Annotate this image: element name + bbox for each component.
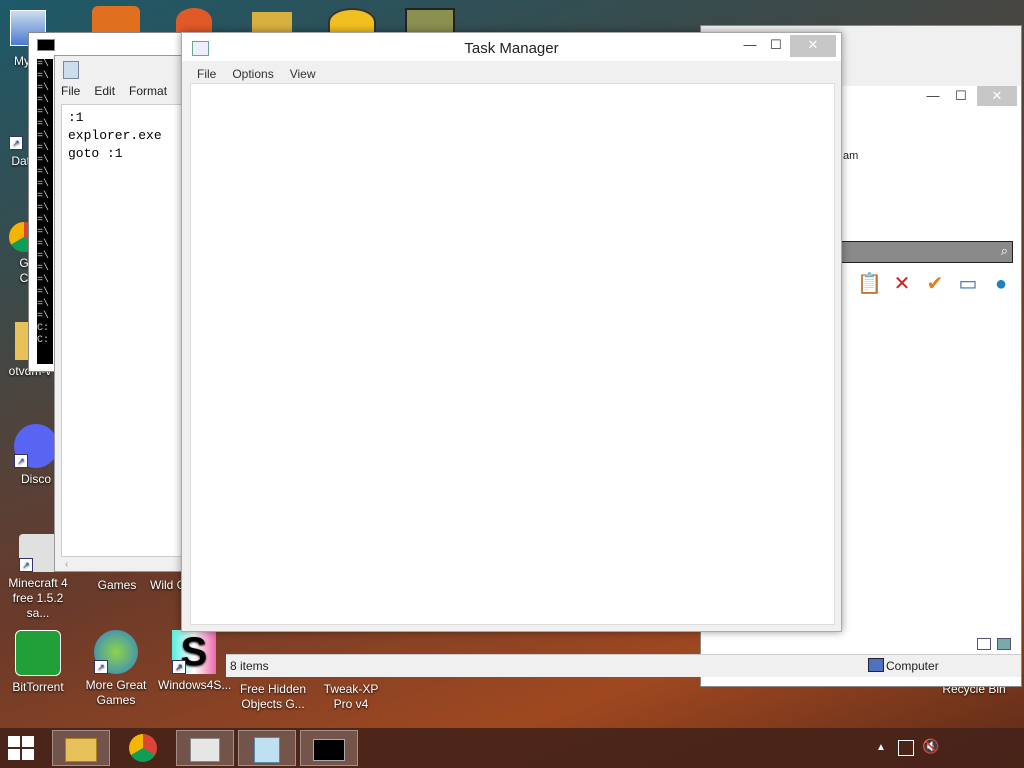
cmd-line: =\ [37,179,50,190]
discord-icon: ↗ [14,424,58,468]
task-manager-window: Task Manager — ☐ ✕ File Options View [181,32,842,632]
computer-icon [868,658,884,672]
desktop-icon-label: BitTorrent [12,680,64,694]
games-icon: ↗ [94,630,138,674]
top-icon-3[interactable] [252,12,292,34]
minimize-button[interactable]: — [919,86,947,106]
status-location: Computer [886,659,939,673]
top-icon-2[interactable] [176,8,212,34]
cmd-line: =\ [37,155,50,166]
cmd-line: =\ [37,191,50,202]
search-bar[interactable]: ⌕ [831,241,1013,263]
globe-icon[interactable]: ● [989,272,1013,296]
cmd-line: =\ [37,107,50,118]
cmd-line: C: [37,323,50,334]
notepad-window: File Edit Format :1 explorer.exe goto :1… [54,55,196,572]
explorer-toolbar: 📋 ✕ ✔ ▭ ● [857,272,1013,300]
view-details-icon[interactable] [977,638,991,650]
view-tiles-icon[interactable] [997,638,1011,650]
cmd-line: =\ [37,203,50,214]
start-button[interactable] [8,736,36,760]
chrome-icon [129,734,157,762]
minimize-button[interactable]: — [736,35,764,55]
close-button[interactable]: ✕ [790,35,836,57]
cmd-line: C: [37,335,50,346]
menu-options[interactable]: Options [232,67,273,81]
menu-file[interactable]: File [197,67,216,81]
taskbar: ▲ 🔇 [0,728,1024,768]
notepad-text-area[interactable]: :1 explorer.exe goto :1 [61,104,195,557]
explorer-partial-text: am [843,150,859,162]
taskbar-cmd[interactable] [300,730,358,766]
cmd-line: =\ [37,263,50,274]
desktop-icon-label: Tweak-XP Pro v4 [323,682,379,711]
taskbar-chrome[interactable] [114,730,172,766]
desktop-icon-bittorrent[interactable]: BitTorrent [2,630,74,695]
clipboard-icon[interactable]: 📋 [857,272,882,296]
task-manager-titlebar: Task Manager — ☐ ✕ [182,33,841,61]
taskbar-notepad[interactable] [238,730,296,766]
status-items: 8 items [230,659,269,673]
windows-logo-icon [8,736,36,760]
cmd-line: =\ [37,71,50,82]
cmd-line: =\ [37,227,50,238]
menu-format[interactable]: Format [129,84,167,98]
card-icon[interactable]: ▭ [956,272,980,296]
desktop-icon-tweak-xp[interactable]: Tweak-XP Pro v4 [315,682,387,712]
cmd-line: =\ [37,299,50,310]
cmd-line: =\ [37,239,50,250]
taskbar-file-explorer[interactable] [52,730,110,766]
desktop-icon-label: Games [97,578,137,592]
task-manager-icon [190,738,220,762]
scroll-left-icon[interactable]: ‹ [65,559,68,570]
desktop-icon-label: Free Hidden Objects G... [239,682,307,711]
explorer-statusbar: 8 items Computer [226,654,1021,677]
delete-icon[interactable]: ✕ [890,272,914,296]
cmd-line: =\ [37,95,50,106]
desktop-icon-label: Windows4S... [158,678,232,692]
maximize-button[interactable]: ☐ [947,86,975,106]
bittorrent-icon [15,630,61,676]
cmd-line: =\ [37,287,50,298]
cmd-line: =\ [37,167,50,178]
cmd-icon [313,739,345,761]
s-logo-icon: S ↗ [172,630,216,674]
check-icon[interactable]: ✔ [923,272,947,296]
search-icon: ⌕ [1000,243,1008,258]
cmd-line: =\ [37,131,50,142]
desktop-icon-games[interactable]: Games [81,578,153,593]
cmd-line: =\ [37,119,50,130]
installer-icon: ↗ [19,534,57,572]
maximize-button[interactable]: ☐ [762,35,790,55]
cmd-line: =\ [37,275,50,286]
cmd-line: =\ [37,251,50,262]
notepad-icon [254,737,280,763]
desktop-icon-more-great-games[interactable]: ↗ More Great Games [80,630,152,708]
notepad-icon [63,61,79,79]
show-hidden-icons-icon[interactable]: ▲ [876,742,886,753]
menu-view[interactable]: View [290,67,316,81]
network-icon[interactable] [898,740,914,756]
cmd-line: =\ [37,59,50,70]
desktop-icon-label: More Great Games [85,678,147,707]
cmd-console[interactable]: =\ =\ =\ =\ =\ =\ =\ =\ =\ =\ =\ =\ =\ =\ =\ =\ =\ =\ =\ =\… [37,59,53,364]
cmd-line: =\ [37,83,50,94]
taskbar-task-manager[interactable] [176,730,234,766]
desktop-icon-label: Minecraft 4 free 1.5.2 sa... [8,576,68,620]
cmd-line: =\ [37,215,50,226]
top-icon-1[interactable] [92,6,140,34]
task-manager-menubar: File Options View [197,67,316,81]
volume-muted-icon[interactable]: 🔇 [922,738,939,755]
cmd-line: =\ [37,143,50,154]
desktop-icon-windows4s[interactable]: S ↗ Windows4S... [158,630,232,693]
task-manager-content [190,83,835,625]
menu-file[interactable]: File [61,84,80,98]
close-button[interactable]: ✕ [977,86,1017,106]
folder-icon [65,738,97,762]
menu-edit[interactable]: Edit [94,84,115,98]
desktop-icon-free-hidden-objects[interactable]: Free Hidden Objects G... [237,682,309,712]
cmd-line: =\ [37,311,50,322]
cmd-icon [37,39,55,51]
notepad-menubar: File Edit Format [61,84,167,98]
